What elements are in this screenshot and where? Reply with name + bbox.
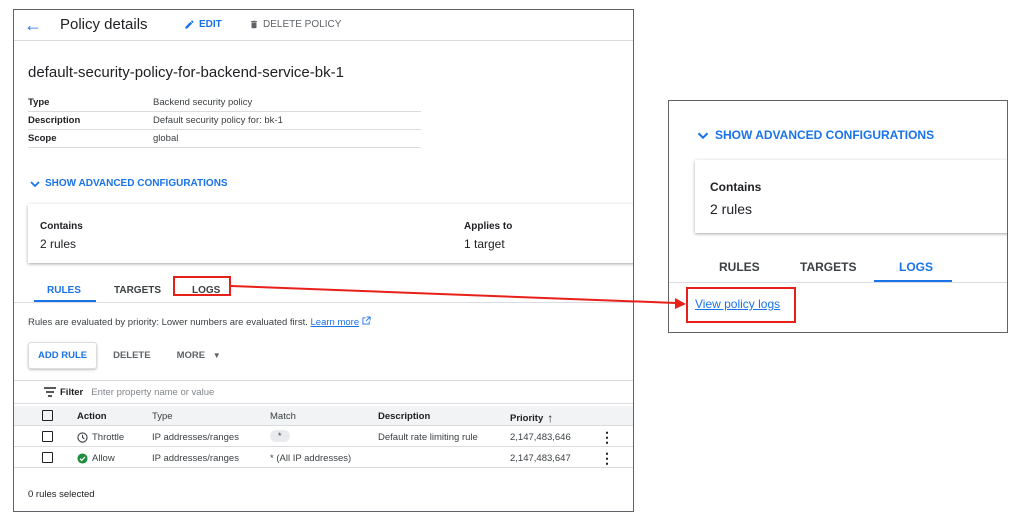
- callout-arrow: [230, 285, 686, 309]
